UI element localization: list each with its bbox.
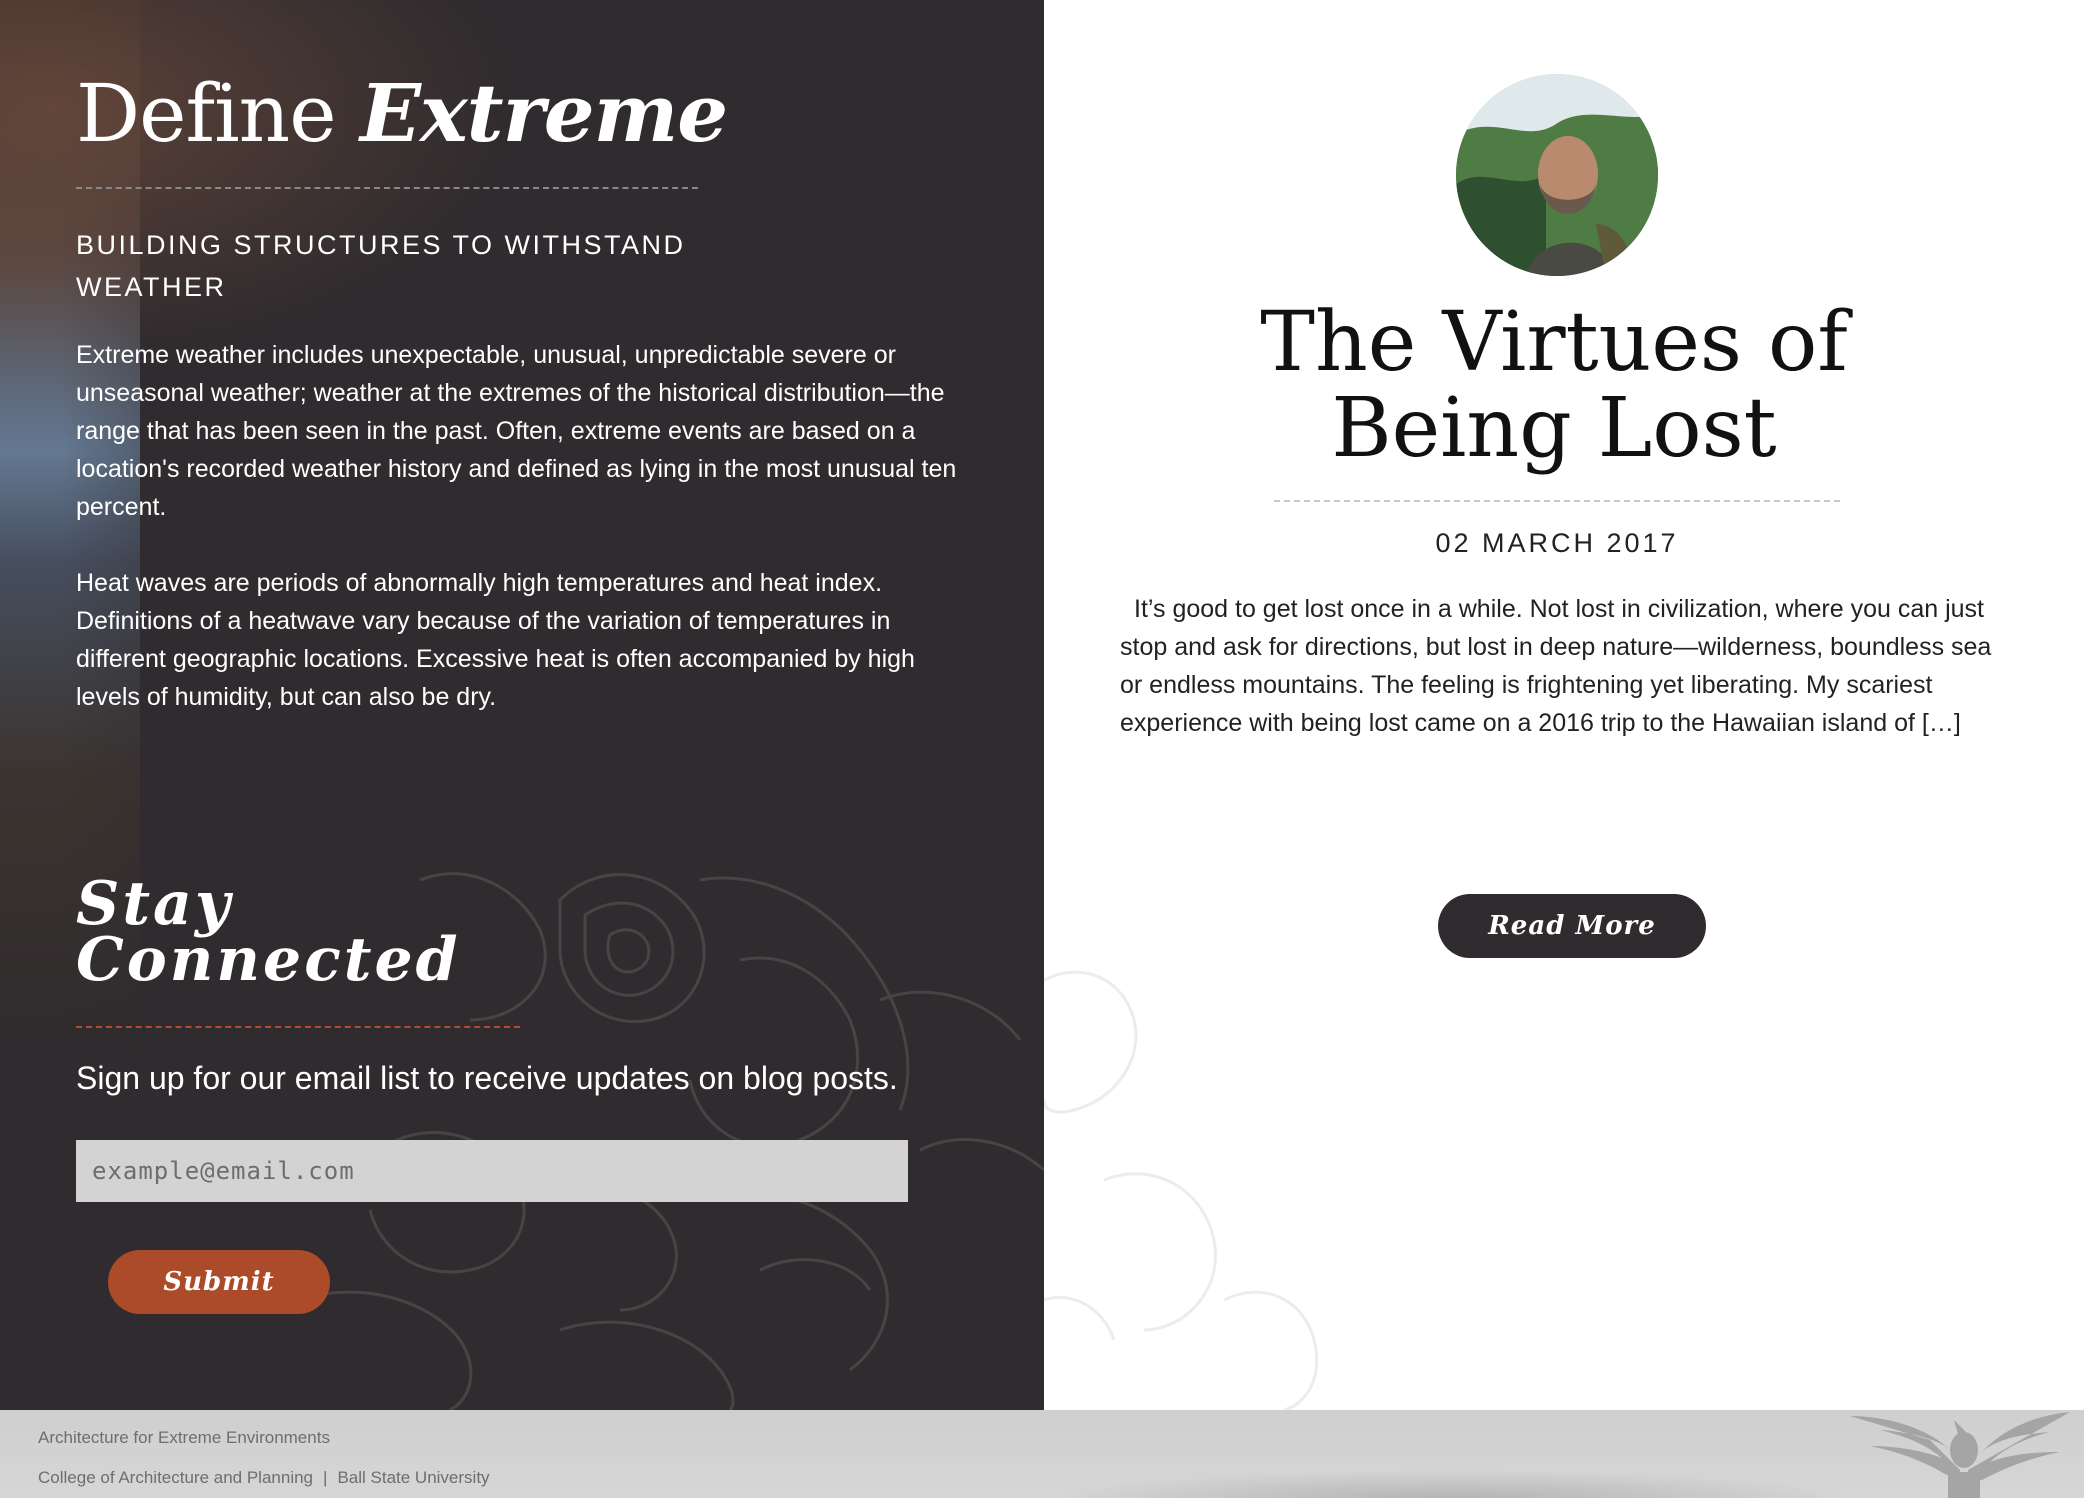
title-regular: Define — [76, 67, 360, 160]
stay-connected-title: Stay Connected — [76, 874, 461, 990]
stay-connected-divider — [76, 1026, 520, 1028]
footer-glow — [1040, 1470, 1860, 1498]
footer-site-name: Architecture for Extreme Environments — [38, 1428, 330, 1447]
avatar-image — [1456, 74, 1658, 276]
footer-college-link[interactable]: College of Architecture and Planning — [38, 1468, 313, 1487]
stay-connected-line-2: Connected — [76, 925, 461, 995]
title-emphasis: Extreme — [359, 66, 728, 160]
section-title: Define Extreme — [76, 66, 728, 160]
title-divider — [76, 187, 698, 189]
submit-button[interactable]: Submit — [108, 1250, 330, 1314]
body-paragraph: Extreme weather includes unexpectable, u… — [76, 341, 957, 521]
email-input[interactable] — [76, 1140, 908, 1202]
post-date: 02 MARCH 2017 — [1435, 528, 1679, 558]
footer-separator: | — [323, 1468, 328, 1487]
read-more-button[interactable]: Read More — [1438, 894, 1706, 958]
cardinal-logo-icon[interactable] — [1850, 1410, 2070, 1498]
section-subtitle: BUILDING STRUCTURES TO WITHSTAND WEATHER — [76, 230, 686, 302]
footer: Architecture for Extreme Environments Co… — [0, 1410, 2084, 1498]
footer-university-link[interactable]: Ball State University — [337, 1468, 489, 1487]
left-panel: Define Extreme BUILDING STRUCTURES TO WI… — [0, 0, 1044, 1410]
signup-description: Sign up for our email list to receive up… — [76, 1060, 898, 1096]
body-paragraph: Heat waves are periods of abnormally hig… — [76, 569, 915, 711]
author-avatar — [1456, 74, 1658, 276]
right-panel: The Virtues of Being Lost 02 MARCH 2017 … — [1044, 0, 2084, 1410]
post-excerpt: It’s good to get lost once in a while. N… — [1120, 595, 1992, 737]
post-title-divider — [1274, 500, 1840, 502]
footer-affiliation: College of Architecture and Planning | Bal… — [38, 1468, 490, 1488]
post-title[interactable]: The Virtues of Being Lost — [1184, 300, 1924, 472]
